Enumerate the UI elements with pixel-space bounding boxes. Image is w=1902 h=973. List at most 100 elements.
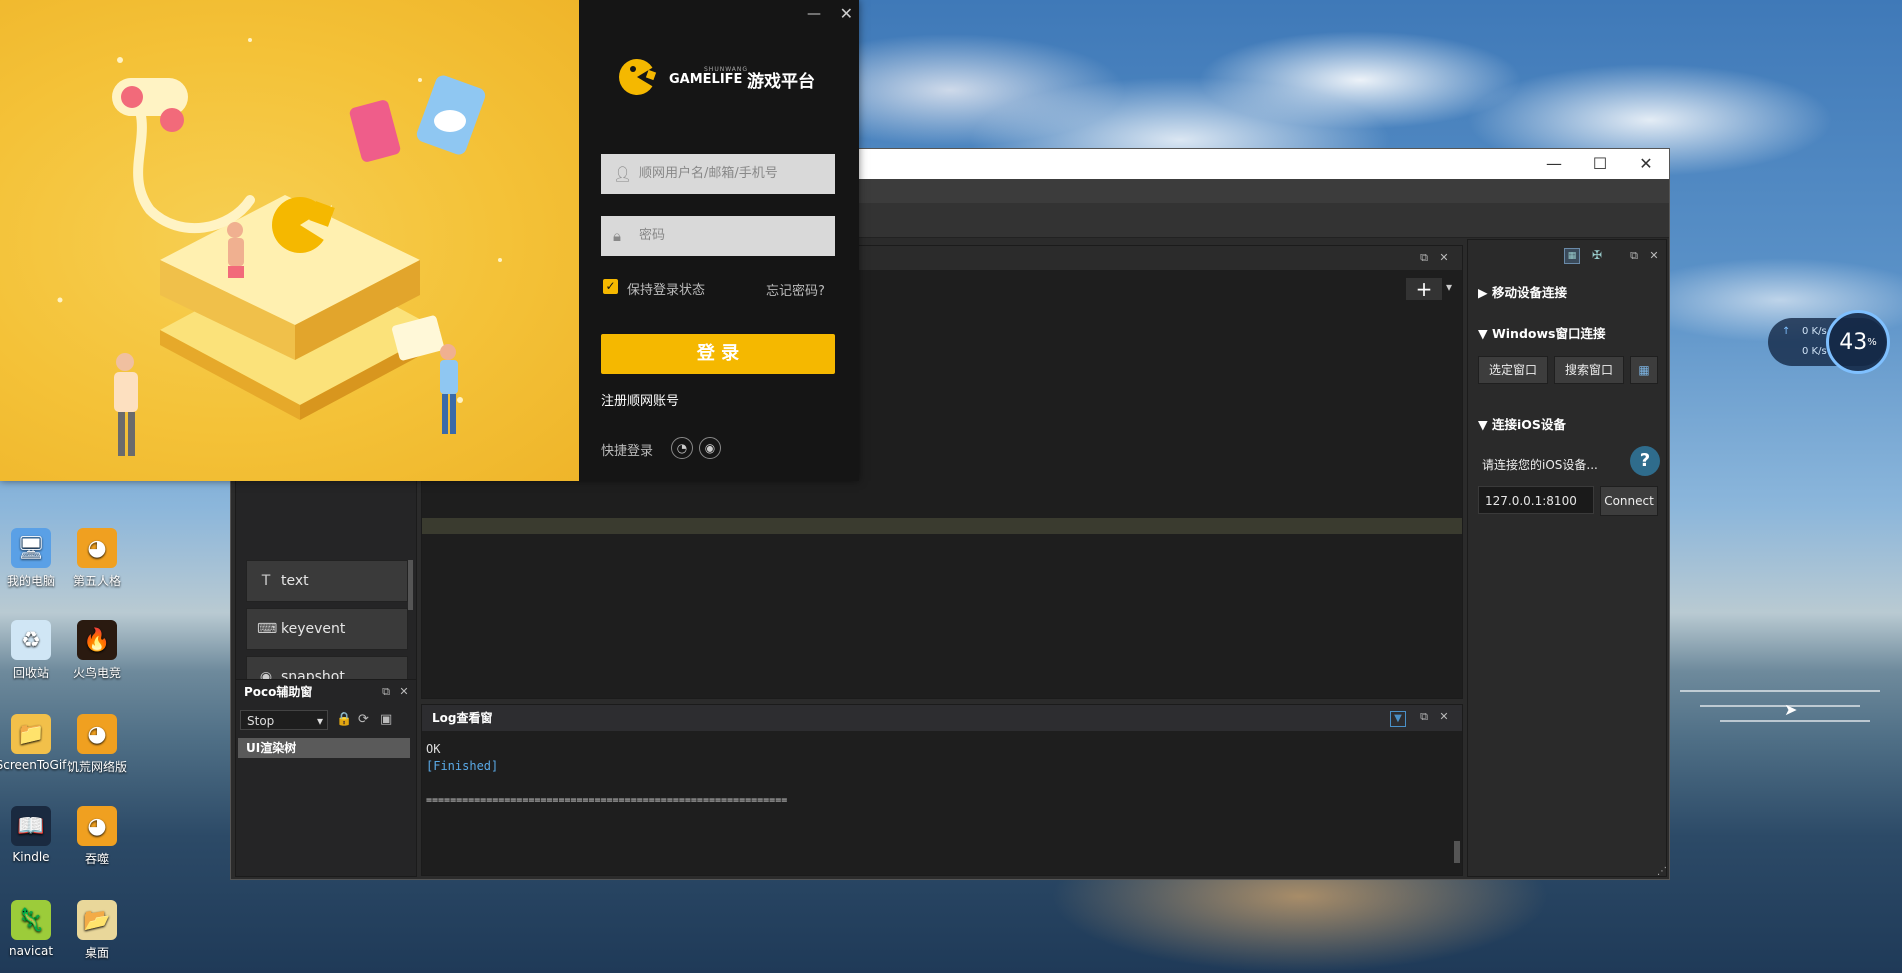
remember-checkbox[interactable]: ✓ bbox=[603, 279, 618, 294]
section-mobile-device[interactable]: ▶ 移动设备连接 bbox=[1478, 282, 1567, 301]
login-minimize-button[interactable]: — bbox=[807, 6, 821, 22]
poco-mode-select[interactable]: Stop ▾ bbox=[240, 710, 328, 730]
close-panel-icon[interactable]: ✕ bbox=[1648, 250, 1660, 262]
app-icon: ♻ bbox=[11, 620, 51, 660]
desktop-icon[interactable]: ◕ 饥荒网络版 bbox=[58, 714, 136, 775]
poco-panel: Poco辅助窗 ⧉ ✕ Stop ▾ 🔒 ⟳ ▣ UI渲染树 bbox=[235, 679, 417, 877]
register-link[interactable]: 注册顺网账号 bbox=[601, 390, 679, 409]
password-placeholder: 密码 bbox=[639, 228, 666, 243]
app-icon: ◕ bbox=[77, 714, 117, 754]
desktop-icon-label: 第五人格 bbox=[72, 574, 121, 588]
chevron-down-icon[interactable]: ▾ bbox=[1446, 280, 1452, 294]
connect-button[interactable]: Connect bbox=[1600, 486, 1658, 516]
grid-select-icon[interactable]: ▦ bbox=[1630, 356, 1658, 384]
logo-brand: GAMELIFE bbox=[669, 72, 743, 87]
layout-icon[interactable]: ▦ bbox=[1564, 248, 1580, 264]
lock-icon: 🔒︎ bbox=[613, 227, 621, 245]
device-connection-panel: ▦ ✠ ⧉ ✕ ▶ 移动设备连接 ▼ Windows窗口连接 选定窗口 搜索窗口… bbox=[1467, 239, 1667, 877]
username-input[interactable]: 👤︎ 顺网用户名/邮箱/手机号 bbox=[601, 154, 835, 194]
gamelife-logo-icon bbox=[617, 57, 657, 97]
remember-label: 保持登录状态 bbox=[627, 283, 706, 298]
mouse-cursor-icon: ➤ bbox=[1784, 700, 1798, 719]
wechat-login-icon[interactable]: ◉ bbox=[699, 437, 721, 459]
login-button[interactable]: 登 录 bbox=[601, 334, 835, 374]
tools-icon[interactable]: ✠ bbox=[1592, 248, 1602, 262]
log-line: ========================================… bbox=[426, 795, 788, 806]
desktop-icon[interactable]: ◕ 第五人格 bbox=[58, 528, 136, 589]
section-label: Windows窗口连接 bbox=[1491, 326, 1606, 341]
close-panel-icon[interactable]: ✕ bbox=[1438, 252, 1450, 264]
api-button-label: keyevent bbox=[281, 621, 346, 637]
desktop-icon[interactable]: ◕ 吞噬 bbox=[58, 806, 136, 867]
app-icon: 📂 bbox=[77, 900, 117, 940]
api-button-label: text bbox=[281, 573, 309, 589]
password-input[interactable]: 🔒︎ 密码 bbox=[601, 216, 835, 256]
keyboard-icon: ⌨ bbox=[257, 621, 278, 637]
app-icon: 🔥 bbox=[77, 620, 117, 660]
log-line: OK bbox=[426, 742, 441, 756]
ios-address-input[interactable]: 127.0.0.1:8100 bbox=[1478, 486, 1594, 514]
record-icon[interactable]: ▣ bbox=[380, 712, 392, 727]
api-button-keyevent[interactable]: ⌨ keyevent bbox=[246, 608, 408, 650]
triangle-down-icon: ▼ bbox=[1478, 417, 1492, 432]
desktop-icon[interactable]: 📂 桌面 bbox=[58, 900, 136, 961]
desktop-icon-label: 火鸟电竞 bbox=[72, 666, 121, 680]
wave-line bbox=[1680, 690, 1880, 692]
resize-grip-icon[interactable]: ⋰ bbox=[1657, 866, 1667, 877]
float-panel-icon[interactable]: ⧉ bbox=[1418, 711, 1430, 723]
close-button[interactable]: ✕ bbox=[1623, 149, 1669, 179]
scrollbar[interactable] bbox=[408, 560, 413, 610]
select-window-button[interactable]: 选定窗口 bbox=[1478, 356, 1548, 384]
help-button[interactable]: ? bbox=[1630, 446, 1660, 476]
qq-login-icon[interactable]: ◔ bbox=[671, 437, 693, 459]
wave-line bbox=[1720, 720, 1870, 722]
maximize-button[interactable]: ☐ bbox=[1577, 149, 1623, 179]
quick-login-label: 快捷登录 bbox=[601, 444, 654, 459]
minimize-button[interactable]: — bbox=[1531, 149, 1577, 179]
desktop-icon-label: 桌面 bbox=[84, 946, 109, 960]
download-speed: 0 K/s bbox=[1802, 346, 1827, 357]
float-panel-icon[interactable]: ⧉ bbox=[1418, 252, 1430, 264]
api-button-text[interactable]: Ttext bbox=[246, 560, 408, 602]
scrollbar[interactable] bbox=[1454, 841, 1460, 863]
wave-line bbox=[1700, 705, 1860, 707]
login-dialog: — ✕ SHUNWANG GAMELIFE 游戏平台 👤︎ 顺网用户名/邮箱/手… bbox=[0, 0, 859, 481]
add-tab-button[interactable]: + bbox=[1406, 278, 1442, 300]
desktop-icon-label: 吞噬 bbox=[84, 852, 109, 866]
ui-tree-root[interactable]: UI渲染树 bbox=[238, 738, 410, 758]
app-icon: ◕ bbox=[77, 528, 117, 568]
login-close-button[interactable]: ✕ bbox=[840, 4, 853, 23]
section-label: 连接iOS设备 bbox=[1491, 417, 1566, 432]
app-icon: 🦎 bbox=[11, 900, 51, 940]
network-speed-widget[interactable]: ↑ 0 K/s 0 K/s 43% bbox=[1768, 310, 1890, 374]
login-illustration bbox=[0, 0, 579, 481]
app-icon: 🖥 bbox=[11, 528, 51, 568]
logo-cn: 游戏平台 bbox=[747, 72, 815, 92]
user-icon: 👤︎ bbox=[613, 165, 633, 183]
desktop-icon[interactable]: 🔥 火鸟电竞 bbox=[58, 620, 136, 681]
log-panel: Log查看窗 ▼ ⧉ ✕ OK [Finished] =============… bbox=[421, 704, 1463, 876]
lock-icon[interactable]: 🔒 bbox=[336, 712, 352, 727]
float-panel-icon[interactable]: ⧉ bbox=[1628, 250, 1640, 262]
app-icon: ◕ bbox=[77, 806, 117, 846]
percent-unit: % bbox=[1867, 336, 1877, 348]
ios-hint: 请连接您的iOS设备... bbox=[1482, 458, 1598, 472]
float-panel-icon[interactable]: ⧉ bbox=[380, 686, 392, 698]
refresh-icon[interactable]: ⟳ bbox=[358, 712, 369, 727]
search-window-button[interactable]: 搜索窗口 bbox=[1554, 356, 1624, 384]
memory-usage-gauge: 43% bbox=[1826, 310, 1890, 374]
upload-speed: 0 K/s bbox=[1802, 326, 1827, 337]
app-icon: 📁 bbox=[11, 714, 51, 754]
close-panel-icon[interactable]: ✕ bbox=[398, 686, 410, 698]
filter-icon[interactable]: ▼ bbox=[1390, 711, 1406, 727]
isometric-game-illustration bbox=[57, 38, 502, 456]
forgot-password-link[interactable]: 忘记密码? bbox=[766, 280, 825, 299]
text-icon: T bbox=[261, 573, 271, 589]
section-windows-window[interactable]: ▼ Windows窗口连接 bbox=[1478, 323, 1605, 342]
log-panel-title: Log查看窗 bbox=[422, 705, 1462, 731]
upload-arrow-icon: ↑ bbox=[1782, 326, 1791, 337]
app-icon: 📖 bbox=[11, 806, 51, 846]
poco-mode-value: Stop bbox=[247, 714, 275, 728]
section-ios-device[interactable]: ▼ 连接iOS设备 bbox=[1478, 414, 1566, 433]
close-panel-icon[interactable]: ✕ bbox=[1438, 711, 1450, 723]
